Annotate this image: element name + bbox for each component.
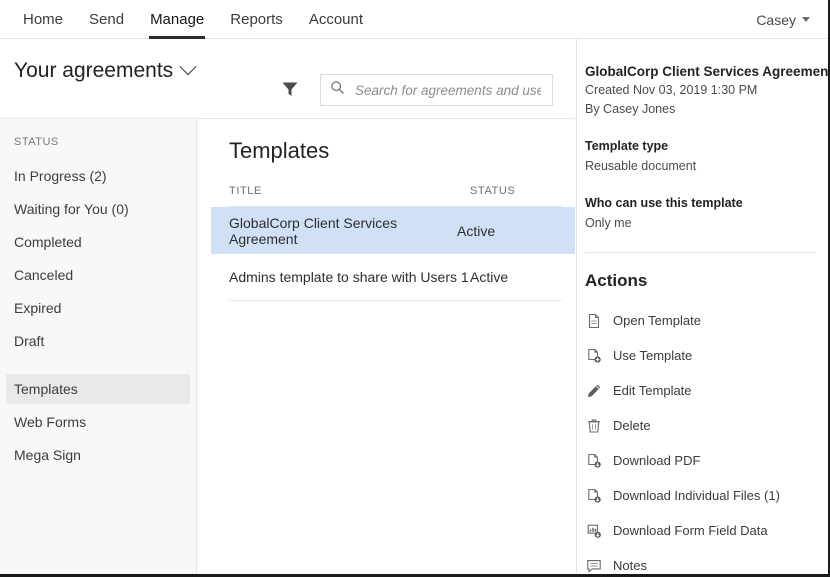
detail-author: By Casey Jones bbox=[585, 102, 676, 116]
sidebar-item-templates[interactable]: Templates bbox=[6, 374, 190, 404]
notes-icon bbox=[585, 557, 602, 574]
search-box[interactable] bbox=[320, 74, 553, 106]
download-files-icon bbox=[585, 487, 602, 504]
action-label: Download Individual Files (1) bbox=[613, 488, 780, 503]
sidebar-item-completed[interactable]: Completed bbox=[6, 227, 190, 257]
table-row[interactable]: Admins template to share with Users 1 Ac… bbox=[229, 254, 562, 301]
detail-who-can-use-label: Who can use this template bbox=[585, 196, 743, 210]
main-nav: Home Send Manage Reports Account bbox=[10, 0, 376, 39]
page-title-label: Your agreements bbox=[14, 59, 174, 82]
search-icon bbox=[330, 80, 345, 100]
action-delete[interactable]: Delete bbox=[585, 408, 822, 443]
user-menu-label: Casey bbox=[756, 11, 796, 28]
nav-item-send[interactable]: Send bbox=[76, 0, 137, 39]
table-cell-title: GlobalCorp Client Services Agreement bbox=[229, 214, 398, 247]
column-header-status: STATUS bbox=[470, 185, 516, 197]
table-cell-title: Admins template to share with Users 1 bbox=[229, 269, 469, 285]
sidebar-item-waiting-for-you[interactable]: Waiting for You (0) bbox=[6, 194, 190, 224]
sidebar-item-draft[interactable]: Draft bbox=[6, 326, 190, 356]
chevron-down-icon bbox=[802, 17, 810, 22]
user-menu[interactable]: Casey bbox=[756, 0, 810, 39]
action-label: Notes bbox=[613, 558, 647, 573]
detail-created: Created Nov 03, 2019 1:30 PM bbox=[585, 83, 758, 97]
sidebar: STATUS In Progress (2) Waiting for You (… bbox=[0, 118, 197, 574]
download-pdf-icon bbox=[585, 452, 602, 469]
column-header-title: TITLE bbox=[229, 185, 262, 197]
detail-panel: GlobalCorp Client Services Agreement Cre… bbox=[576, 39, 828, 574]
action-label: Open Template bbox=[613, 313, 701, 328]
table-cell-status: Active bbox=[457, 222, 496, 239]
document-icon bbox=[585, 312, 602, 329]
detail-who-can-use-value: Only me bbox=[585, 216, 632, 230]
nav-item-home[interactable]: Home bbox=[10, 0, 76, 39]
search-input[interactable] bbox=[353, 81, 543, 99]
sidebar-item-web-forms[interactable]: Web Forms bbox=[6, 407, 190, 437]
nav-item-account[interactable]: Account bbox=[296, 0, 376, 39]
action-download-pdf[interactable]: Download PDF bbox=[585, 443, 822, 478]
sidebar-item-expired[interactable]: Expired bbox=[6, 293, 190, 323]
actions-title: Actions bbox=[585, 271, 648, 290]
templates-table: TITLE STATUS GlobalCorp Client Services … bbox=[211, 185, 575, 301]
detail-template-type-label: Template type bbox=[585, 139, 669, 153]
nav-item-reports[interactable]: Reports bbox=[217, 0, 296, 39]
chevron-down-icon bbox=[179, 58, 197, 76]
page-title[interactable]: Your agreements bbox=[14, 58, 197, 83]
download-data-icon bbox=[585, 522, 602, 539]
action-download-form-field-data[interactable]: Download Form Field Data bbox=[585, 513, 822, 548]
detail-title: GlobalCorp Client Services Agreement bbox=[585, 64, 828, 79]
templates-title: Templates bbox=[229, 138, 330, 163]
app-window: Home Send Manage Reports Account Casey Y… bbox=[0, 0, 830, 577]
action-open-template[interactable]: Open Template bbox=[585, 303, 822, 338]
action-label: Download Form Field Data bbox=[613, 523, 768, 538]
action-label: Edit Template bbox=[613, 383, 692, 398]
sidebar-item-canceled[interactable]: Canceled bbox=[6, 260, 190, 290]
table-cell-status: Active bbox=[470, 269, 509, 285]
sidebar-divider bbox=[0, 359, 196, 371]
action-notes[interactable]: Notes bbox=[585, 548, 822, 574]
table-header: TITLE STATUS bbox=[229, 185, 562, 207]
action-download-individual-files[interactable]: Download Individual Files (1) bbox=[585, 478, 822, 513]
top-navigation-bar: Home Send Manage Reports Account Casey bbox=[0, 0, 828, 39]
detail-divider bbox=[585, 252, 816, 253]
action-label: Download PDF bbox=[613, 453, 701, 468]
filter-icon[interactable] bbox=[280, 79, 300, 104]
detail-template-type-value: Reusable document bbox=[585, 159, 697, 173]
trash-icon bbox=[585, 417, 602, 434]
action-label: Delete bbox=[613, 418, 651, 433]
templates-panel: Templates TITLE STATUS GlobalCorp Client… bbox=[198, 118, 575, 574]
action-use-template[interactable]: Use Template bbox=[585, 338, 822, 373]
nav-item-manage[interactable]: Manage bbox=[137, 0, 217, 39]
sidebar-heading-status: STATUS bbox=[14, 136, 59, 148]
table-row[interactable]: GlobalCorp Client Services Agreement Act… bbox=[211, 207, 575, 254]
pencil-icon bbox=[585, 382, 602, 399]
action-label: Use Template bbox=[613, 348, 693, 363]
action-edit-template[interactable]: Edit Template bbox=[585, 373, 822, 408]
sidebar-item-mega-sign[interactable]: Mega Sign bbox=[6, 440, 190, 470]
document-plus-icon bbox=[585, 347, 602, 364]
sidebar-item-in-progress[interactable]: In Progress (2) bbox=[6, 161, 190, 191]
